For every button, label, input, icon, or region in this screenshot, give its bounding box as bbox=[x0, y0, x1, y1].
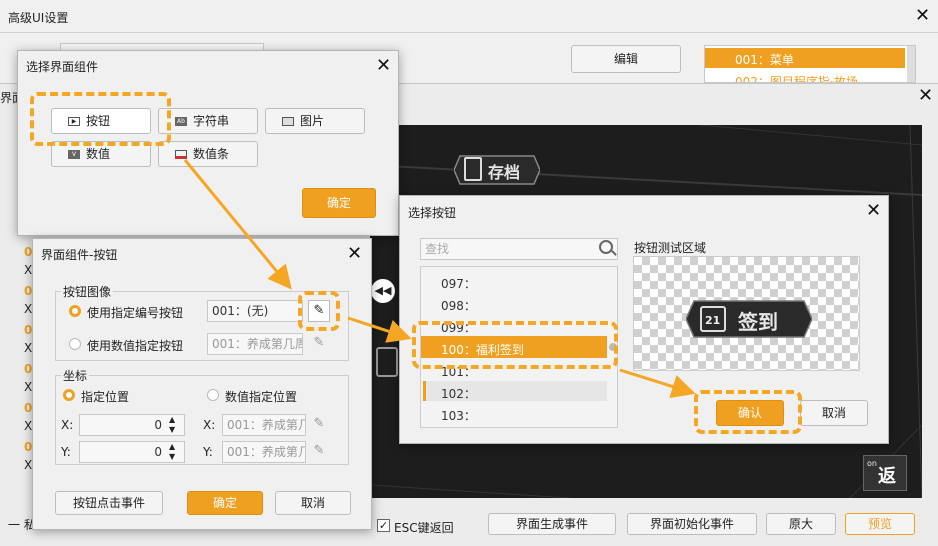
item-label: 字符串 bbox=[193, 114, 230, 128]
component-value-bar-item[interactable]: 数值条 bbox=[158, 141, 258, 167]
list-item[interactable]: 097： bbox=[441, 275, 476, 292]
group-label: 坐标 bbox=[61, 367, 90, 384]
menu-list-item[interactable]: 002：图目程序指·故场 bbox=[735, 73, 858, 82]
title-separator bbox=[0, 32, 938, 33]
side-panel-icon[interactable] bbox=[376, 347, 398, 377]
dialog-title: 选择按钮 bbox=[408, 206, 457, 220]
item-label: 数值条 bbox=[193, 147, 230, 161]
save-label: 存档 bbox=[488, 163, 521, 182]
search-input[interactable]: 查找 bbox=[420, 238, 618, 260]
back-button-preview[interactable]: on 返 bbox=[863, 455, 907, 491]
highlight-frame bbox=[694, 390, 802, 434]
list-item[interactable]: 102： bbox=[441, 385, 476, 402]
y-label: Y: bbox=[61, 445, 71, 459]
dialog-title: 选择界面组件 bbox=[26, 60, 99, 74]
test-area: 21 签到 bbox=[633, 256, 860, 371]
ok-button[interactable]: 确定 bbox=[302, 188, 376, 218]
value-position-label: 数值指定位置 bbox=[225, 390, 298, 404]
fixed-position-radio[interactable] bbox=[63, 389, 75, 401]
calendar-icon: 21 bbox=[700, 306, 726, 332]
component-string-item[interactable]: Ab 字符串 bbox=[158, 108, 258, 134]
y-spinner[interactable]: ▲ ▼ bbox=[169, 442, 175, 462]
main-close-button[interactable]: ✕ bbox=[915, 7, 930, 25]
y-var-field[interactable]: 001：养成第几 bbox=[222, 441, 306, 463]
left-letter: X bbox=[24, 419, 33, 433]
close-button[interactable]: ✕ bbox=[376, 57, 391, 75]
button-component-dialog: 界面组件-按钮 ✕ 按钮图像 使用指定编号按钮 001：(无) ✎ 使用数值指定… bbox=[32, 238, 372, 530]
screen-init-event-button[interactable]: 界面初始化事件 bbox=[627, 513, 757, 535]
dialog-title: 界面组件-按钮 bbox=[41, 248, 118, 262]
pencil-icon[interactable]: ✎ bbox=[308, 414, 330, 436]
value-button-label: 使用数值指定按钮 bbox=[87, 339, 184, 353]
highlight-frame bbox=[298, 291, 340, 331]
x-label: X: bbox=[61, 418, 74, 432]
value-button-radio[interactable] bbox=[69, 338, 81, 350]
x-var-field[interactable]: 001：养成第几 bbox=[222, 414, 306, 436]
left-letter: X bbox=[24, 458, 33, 472]
ok-button[interactable]: 确定 bbox=[187, 491, 263, 515]
menu-list[interactable]: 001：菜单 002：图目程序指·故场 bbox=[704, 45, 916, 83]
pencil-icon[interactable]: ✎ bbox=[308, 333, 330, 355]
save-button-preview[interactable]: 存档 bbox=[454, 153, 540, 187]
fixed-position-label: 指定位置 bbox=[81, 390, 130, 404]
specified-button-field[interactable]: 001：(无) bbox=[207, 300, 303, 322]
screen-create-event-button[interactable]: 界面生成事件 bbox=[488, 513, 616, 535]
close-button[interactable]: ✕ bbox=[866, 202, 881, 220]
highlight-frame bbox=[412, 321, 618, 369]
esc-checkbox[interactable]: ✓ bbox=[377, 519, 390, 532]
editor-close-button[interactable]: ✕ bbox=[918, 87, 933, 105]
specified-button-radio[interactable] bbox=[69, 305, 81, 317]
x-var-label: X: bbox=[203, 418, 216, 432]
y-var-label: Y: bbox=[203, 445, 213, 459]
select-button-dialog: 选择按钮 ✕ 查找 097： 098： 099： 100：福利签到 101： 1… bbox=[399, 195, 889, 444]
test-area-label: 按钮测试区域 bbox=[634, 241, 707, 255]
select-component-dialog: 选择界面组件 ✕ ▶ 按钮 Ab 字符串 图片 V 数值 数值条 确定 bbox=[17, 50, 399, 236]
cancel-button[interactable]: 取消 bbox=[275, 491, 351, 515]
list-item[interactable]: 098： bbox=[441, 297, 476, 314]
signin-label: 签到 bbox=[738, 310, 778, 334]
left-letter: X bbox=[24, 263, 33, 277]
esc-label: ESC键返回 bbox=[394, 521, 454, 535]
value-bar-icon bbox=[175, 150, 187, 159]
specified-button-label: 使用指定编号按钮 bbox=[87, 306, 184, 320]
group-label: 按钮图像 bbox=[61, 283, 114, 300]
pencil-icon[interactable]: ✎ bbox=[308, 441, 330, 463]
save-icon bbox=[464, 157, 482, 181]
highlight-frame bbox=[30, 92, 171, 146]
back-label: 返 bbox=[878, 466, 896, 487]
x-spinner[interactable]: ▲ ▼ bbox=[169, 415, 175, 435]
component-image-item[interactable]: 图片 bbox=[265, 108, 365, 134]
item-label: 数值 bbox=[86, 147, 111, 161]
on-label: on bbox=[867, 459, 877, 468]
main-title: 高级UI设置 bbox=[8, 11, 69, 25]
preview-button[interactable]: 预览 bbox=[845, 513, 915, 535]
list-item[interactable]: 103： bbox=[441, 407, 476, 424]
edit-button[interactable]: 编辑 bbox=[571, 45, 681, 73]
actual-size-button[interactable]: 原大 bbox=[766, 513, 836, 535]
calendar-date: 21 bbox=[705, 314, 721, 327]
menu-list-item[interactable]: 001：菜单 bbox=[735, 51, 794, 68]
menu-list-scrollbar[interactable] bbox=[907, 46, 915, 82]
rewind-icon[interactable]: ◀◀ bbox=[371, 279, 395, 303]
cancel-button[interactable]: 取消 bbox=[800, 400, 868, 426]
image-icon bbox=[282, 117, 294, 126]
left-letter: X bbox=[24, 341, 33, 355]
number-icon: V bbox=[68, 150, 80, 159]
value-position-radio[interactable] bbox=[207, 389, 219, 401]
text-icon: Ab bbox=[175, 117, 187, 126]
item-label: 图片 bbox=[300, 114, 325, 128]
left-letter: X bbox=[24, 380, 33, 394]
close-button[interactable]: ✕ bbox=[347, 245, 362, 263]
signin-button-preview[interactable]: 21 签到 bbox=[686, 299, 812, 339]
left-letter: X bbox=[24, 302, 33, 316]
value-button-field[interactable]: 001：养成第几周 bbox=[207, 333, 303, 355]
click-event-button[interactable]: 按钮点击事件 bbox=[55, 491, 163, 515]
